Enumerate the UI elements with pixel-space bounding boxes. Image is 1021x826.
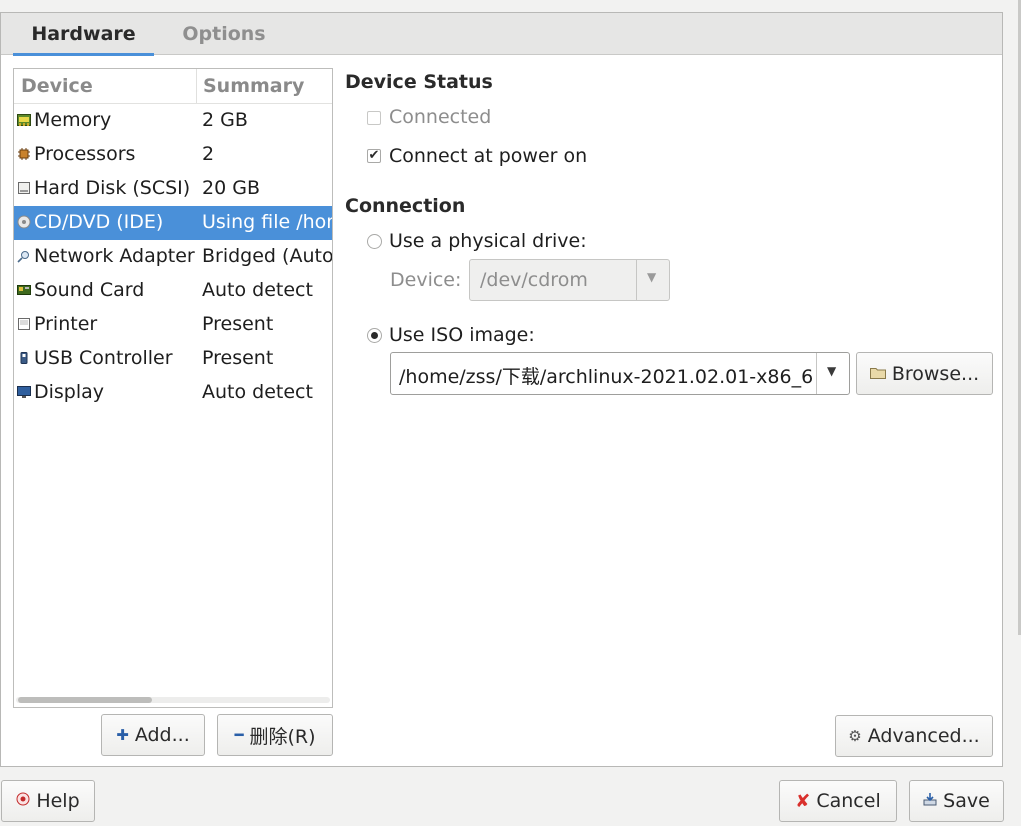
column-header-summary[interactable]: Summary <box>203 75 304 97</box>
device-row-memory[interactable]: Memory 2 GB <box>14 104 332 138</box>
chevron-down-icon[interactable]: ▼ <box>647 270 656 284</box>
iso-image-label: Use ISO image: <box>389 324 535 346</box>
help-button-label: Help <box>36 790 80 812</box>
plus-icon: ✚ <box>116 726 129 744</box>
physical-device-value: /dev/cdrom <box>480 269 588 291</box>
column-separator <box>196 69 197 103</box>
device-name: CD/DVD (IDE) <box>34 211 164 233</box>
combo-separator <box>636 260 637 300</box>
network-adapter-icon <box>17 249 31 263</box>
display-icon <box>17 385 31 399</box>
device-row-display[interactable]: Display Auto detect <box>14 376 332 410</box>
connected-checkbox[interactable] <box>367 111 381 125</box>
device-name: Hard Disk (SCSI) <box>34 177 191 199</box>
tab-options[interactable]: Options <box>165 13 283 55</box>
processor-icon <box>17 147 31 161</box>
tab-hardware[interactable]: Hardware <box>13 13 154 56</box>
add-button-label: Add... <box>134 724 190 746</box>
hard-disk-icon <box>17 181 31 195</box>
advanced-button-label: Advanced... <box>867 725 980 747</box>
physical-drive-label: Use a physical drive: <box>389 230 587 252</box>
add-device-button[interactable]: ✚ Add... <box>101 714 205 756</box>
device-name: Memory <box>34 109 112 131</box>
connected-label: Connected <box>389 106 492 128</box>
device-row-usb-controller[interactable]: USB Controller Present <box>14 342 332 376</box>
device-summary: Present <box>202 347 274 369</box>
device-name: Display <box>34 381 105 403</box>
help-button[interactable]: Help <box>1 780 95 822</box>
device-name: Processors <box>34 143 136 165</box>
device-name: USB Controller <box>34 347 173 369</box>
device-row-network-adapter[interactable]: Network Adapter Bridged (Autor <box>14 240 332 274</box>
device-name: Network Adapter <box>34 245 195 267</box>
device-label: Device: <box>390 269 462 291</box>
advanced-button[interactable]: ⚙ Advanced... <box>835 715 993 757</box>
remove-button-label: 删除(R) <box>249 725 316 748</box>
save-icon <box>923 792 937 810</box>
sound-card-icon <box>17 283 31 297</box>
folder-icon <box>869 365 886 383</box>
scrollbar-thumb[interactable] <box>18 697 152 703</box>
device-summary: Auto detect <box>202 279 313 301</box>
physical-drive-radio[interactable] <box>367 234 382 249</box>
combo-separator <box>816 353 817 394</box>
device-row-sound-card[interactable]: Sound Card Auto detect <box>14 274 332 308</box>
device-summary: Bridged (Autor <box>202 245 333 267</box>
device-name: Printer <box>34 313 98 335</box>
gears-icon: ⚙ <box>848 727 862 745</box>
horizontal-scrollbar[interactable] <box>16 697 330 703</box>
device-summary: 2 GB <box>202 109 248 131</box>
remove-device-button[interactable]: ━ 删除(R) <box>217 714 333 756</box>
device-status-heading: Device Status <box>345 71 493 93</box>
device-summary: Using file /hom <box>202 211 333 233</box>
device-list-header: Device Summary <box>14 69 332 104</box>
chevron-down-icon[interactable]: ▼ <box>827 364 836 378</box>
connection-heading: Connection <box>345 195 466 217</box>
help-icon <box>16 792 30 810</box>
device-row-processors[interactable]: Processors 2 <box>14 138 332 172</box>
tab-bar: Hardware Options <box>1 13 1002 56</box>
cancel-button-label: Cancel <box>816 790 881 812</box>
connect-at-power-on-label: Connect at power on <box>389 145 588 167</box>
device-row-cd-dvd[interactable]: CD/DVD (IDE) Using file /hom <box>14 206 332 240</box>
memory-icon <box>17 113 31 127</box>
device-name: Sound Card <box>34 279 145 301</box>
minus-icon: ━ <box>234 726 244 744</box>
save-button[interactable]: Save <box>909 780 1004 822</box>
device-summary: Auto detect <box>202 381 313 403</box>
browse-button[interactable]: Browse... <box>856 352 993 395</box>
iso-path-combobox[interactable]: /home/zss/下载/archlinux-2021.02.01-x86_64… <box>390 352 850 395</box>
iso-image-radio[interactable] <box>367 328 382 343</box>
cancel-button[interactable]: ✘ Cancel <box>779 780 897 822</box>
device-summary: 20 GB <box>202 177 260 199</box>
settings-dialog-frame: Hardware Options Device Summary Memory 2… <box>0 12 1003 767</box>
save-button-label: Save <box>943 790 990 812</box>
physical-device-select[interactable]: /dev/cdrom ▼ <box>469 259 670 301</box>
device-row-printer[interactable]: Printer Present <box>14 308 332 342</box>
device-row-hard-disk[interactable]: Hard Disk (SCSI) 20 GB <box>14 172 332 206</box>
iso-path-value[interactable]: /home/zss/下载/archlinux-2021.02.01-x86_64 <box>399 362 813 389</box>
browse-button-label: Browse... <box>891 362 980 385</box>
column-header-device[interactable]: Device <box>21 75 93 97</box>
device-list[interactable]: Device Summary Memory 2 GB Processors 2 … <box>13 68 333 708</box>
device-summary: 2 <box>202 143 215 165</box>
usb-controller-icon <box>17 351 31 365</box>
cd-dvd-icon <box>17 215 31 229</box>
connect-at-power-on-checkbox[interactable]: ✔ <box>367 149 381 163</box>
device-summary: Present <box>202 313 274 335</box>
cancel-icon: ✘ <box>795 790 811 812</box>
printer-icon <box>17 317 31 331</box>
